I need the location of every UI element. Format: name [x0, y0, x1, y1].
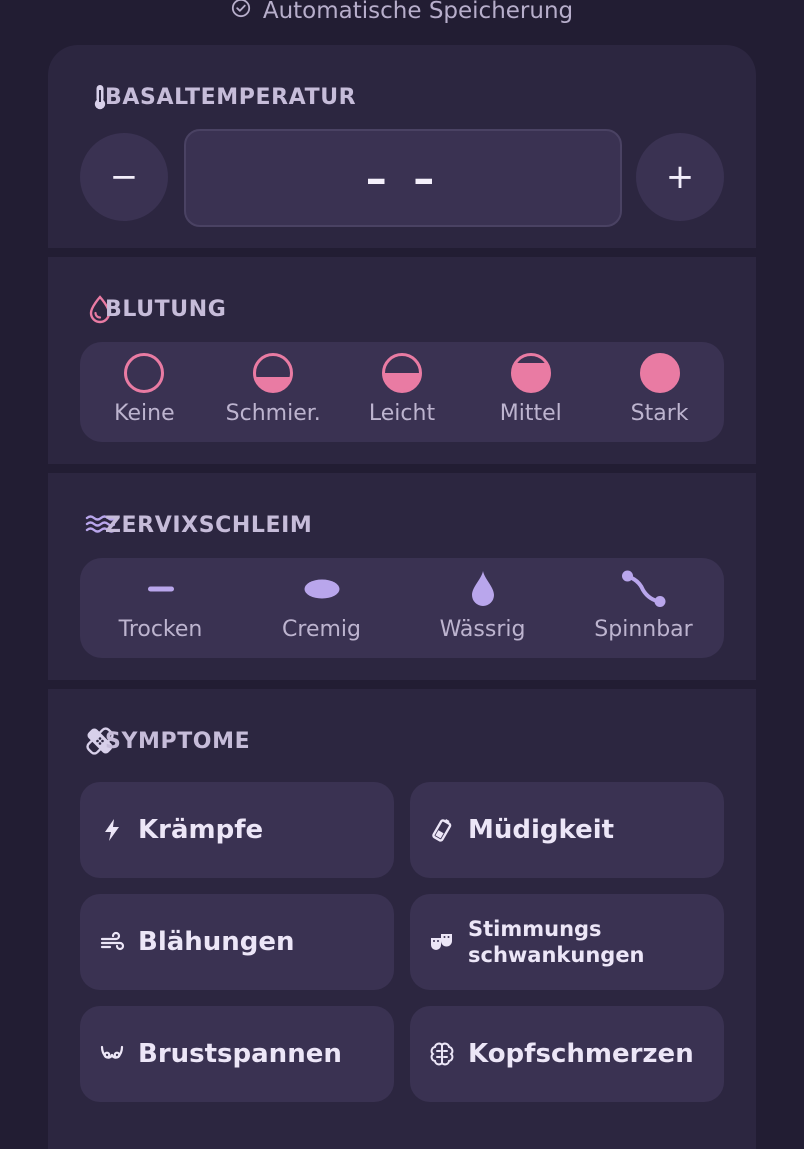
check-circle-icon	[231, 0, 251, 24]
cervical-mucus-options: Trocken Cremig Wässrig Spinnbar	[80, 558, 724, 658]
mucus-option-creamy[interactable]: Cremig	[241, 558, 402, 658]
bleeding-option-light[interactable]: Leicht	[338, 342, 467, 442]
option-label: Mittel	[499, 401, 562, 426]
increase-temperature-button[interactable]: +	[636, 133, 724, 221]
bleeding-option-heavy[interactable]: Stark	[595, 342, 724, 442]
mucus-option-stretchy[interactable]: Spinnbar	[563, 558, 724, 658]
option-label: Schmier.	[225, 401, 321, 426]
oval-icon	[304, 579, 339, 599]
section-title: BLUTUNG	[105, 297, 227, 322]
brain-icon	[428, 1040, 456, 1068]
bleeding-option-none[interactable]: Keine	[80, 342, 209, 442]
symptom-label: Krämpfe	[138, 815, 264, 845]
mucus-option-watery[interactable]: Wässrig	[402, 558, 563, 658]
symptom-breast-tenderness-button[interactable]: Brustspannen	[80, 1006, 394, 1102]
option-label: Cremig	[282, 617, 361, 642]
symptom-fatigue-button[interactable]: Müdigkeit	[410, 782, 724, 878]
symptom-label: Kopfschmerzen	[468, 1039, 694, 1069]
daily-log-screen: Automatische Speicherung BASALTEMPERATUR…	[0, 0, 804, 1149]
cervical-mucus-section: ZERVIXSCHLEIM Trocken Cremig Wässrig Spi…	[48, 473, 756, 680]
bleeding-section: BLUTUNG Keine Schmier. Leicht Mittel Sta…	[48, 257, 756, 464]
section-title: SYMPTOME	[105, 729, 251, 754]
symptom-bloating-button[interactable]: Blähungen	[80, 894, 394, 990]
bleeding-option-spotting[interactable]: Schmier.	[209, 342, 338, 442]
wind-icon	[98, 928, 126, 956]
option-label: Spinnbar	[594, 617, 693, 642]
bleeding-option-medium[interactable]: Mittel	[466, 342, 595, 442]
option-label: Trocken	[118, 617, 203, 642]
basal-temperature-section: BASALTEMPERATUR − – – +	[48, 45, 756, 248]
stretch-icon	[621, 570, 665, 607]
symptom-cramps-button[interactable]: Krämpfe	[80, 782, 394, 878]
option-label: Wässrig	[439, 617, 526, 642]
symptom-label: Müdigkeit	[468, 815, 615, 845]
option-label: Stark	[630, 401, 689, 426]
circle-three-quarter-icon	[510, 353, 551, 393]
autosave-label: Automatische Speicherung	[262, 0, 574, 24]
drop-icon	[471, 571, 494, 606]
masks-icon	[428, 928, 456, 956]
section-title: BASALTEMPERATUR	[105, 85, 357, 110]
symptom-label: Blähungen	[138, 927, 295, 957]
battery-low-icon	[428, 816, 456, 844]
option-label: Keine	[114, 401, 175, 426]
symptom-mood-swings-button[interactable]: Stimmungs schwankungen	[410, 894, 724, 990]
bolt-icon	[98, 816, 126, 844]
bleeding-options: Keine Schmier. Leicht Mittel Stark	[80, 342, 724, 442]
mucus-option-dry[interactable]: Trocken	[80, 558, 241, 658]
circle-quarter-icon	[253, 353, 294, 393]
circle-half-icon	[381, 353, 422, 393]
option-label: Leicht	[368, 401, 436, 426]
breast-icon	[98, 1040, 126, 1068]
symptoms-section: SYMPTOME Krämpfe Müdigkeit Blähungen Sti…	[48, 689, 756, 1149]
autosave-indicator: Automatische Speicherung	[0, 0, 804, 28]
circle-full-icon	[639, 353, 680, 393]
dash-icon	[147, 586, 174, 592]
temperature-value-display[interactable]: – –	[184, 129, 622, 227]
section-title: ZERVIXSCHLEIM	[105, 513, 313, 538]
symptom-label: Stimmungs schwankungen	[468, 917, 645, 967]
symptom-label: Brustspannen	[138, 1039, 342, 1069]
circle-empty-icon	[124, 353, 165, 393]
decrease-temperature-button[interactable]: −	[80, 133, 168, 221]
symptom-headache-button[interactable]: Kopfschmerzen	[410, 1006, 724, 1102]
